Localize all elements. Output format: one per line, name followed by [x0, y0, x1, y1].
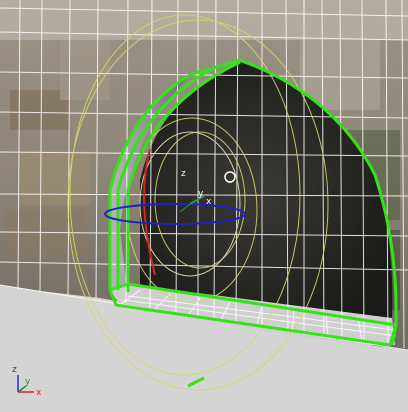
tripod-label-x: x: [36, 388, 42, 398]
gizmo-label-z: z: [181, 169, 186, 179]
tripod-label-y: y: [25, 377, 31, 387]
viewport-canvas[interactable]: z y x z y x: [0, 0, 408, 412]
perspective-viewport[interactable]: z y x z y x: [0, 0, 408, 412]
tripod-label-z: z: [12, 365, 17, 375]
gizmo-label-y: y: [198, 189, 204, 199]
gizmo-label-x: x: [206, 197, 212, 207]
